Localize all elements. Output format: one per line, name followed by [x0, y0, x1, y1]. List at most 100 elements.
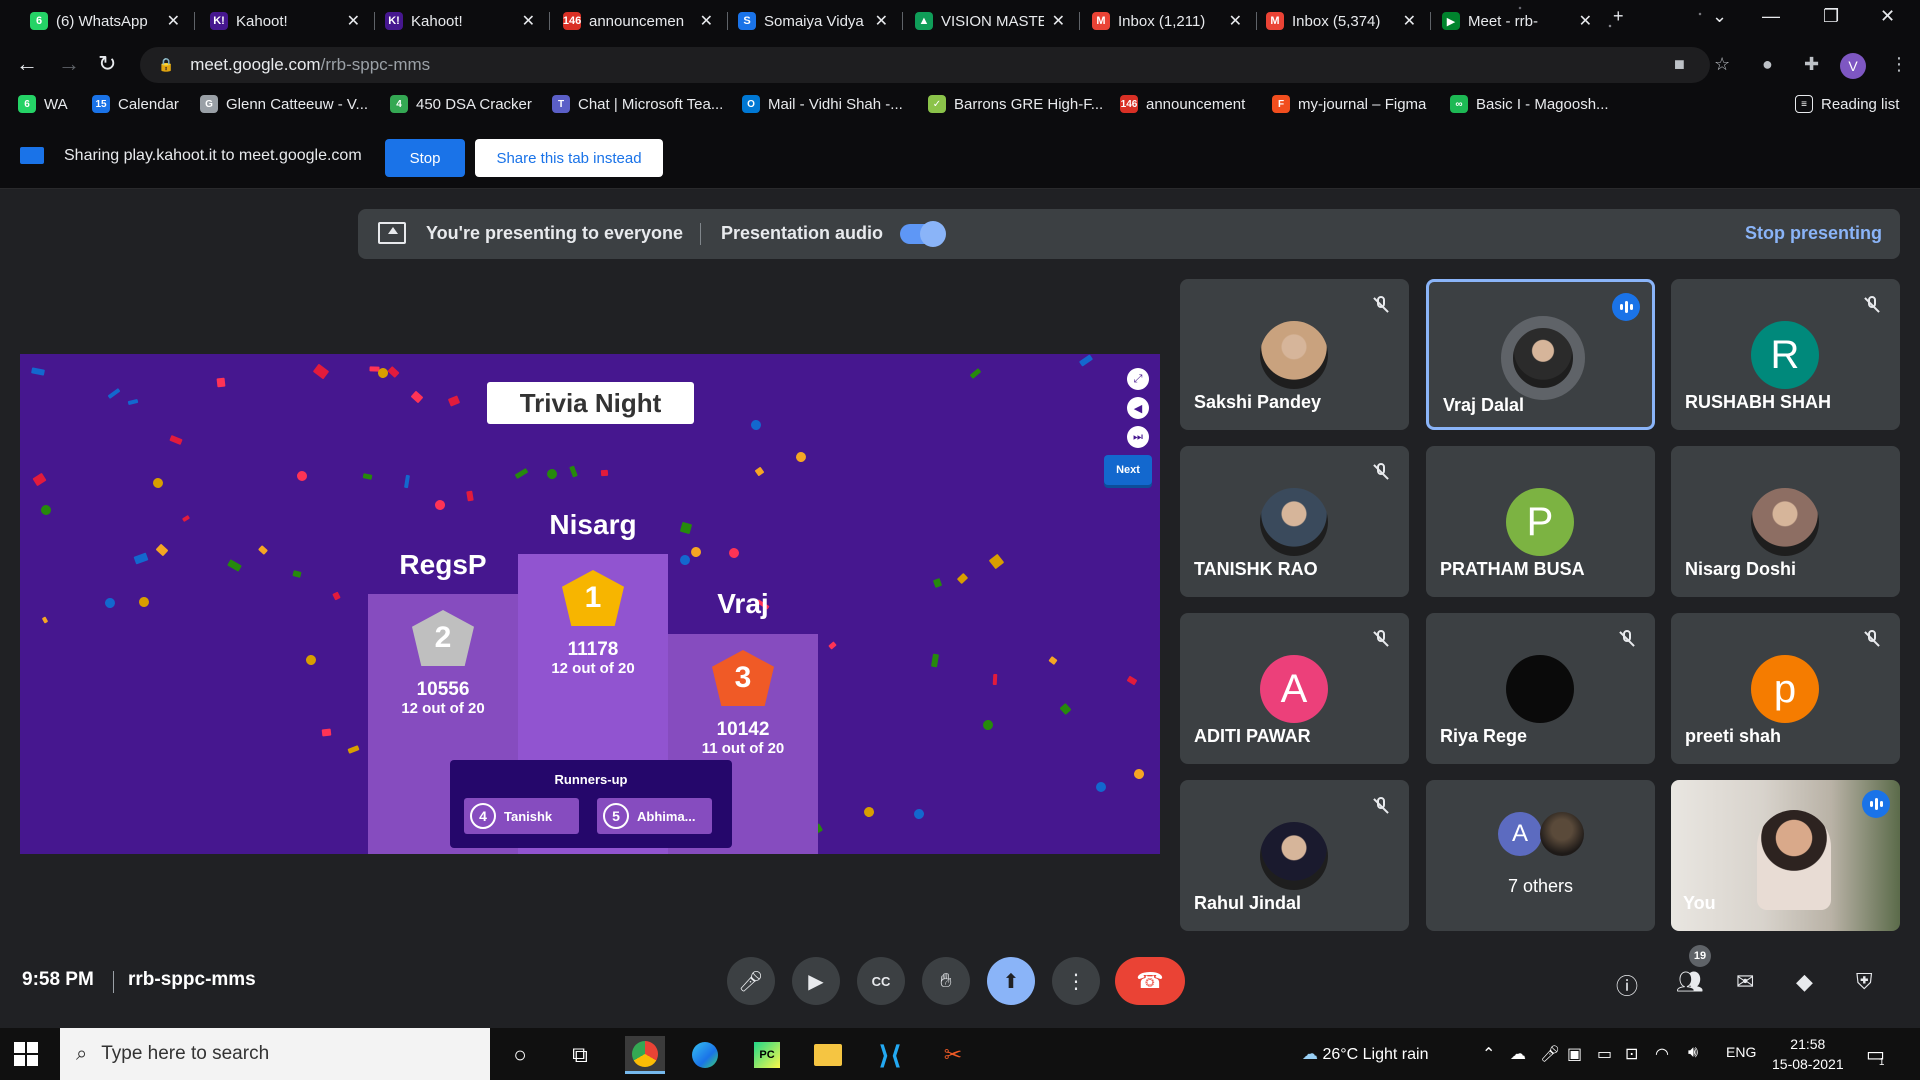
- restore-button[interactable]: ❐: [1823, 6, 1839, 27]
- participant-tile[interactable]: Vraj Dalal: [1426, 279, 1655, 430]
- taskbar-clock[interactable]: 21:58 15-08-2021: [1772, 1034, 1844, 1074]
- fullscreen-icon[interactable]: ⤢: [1127, 368, 1149, 390]
- close-tab-icon[interactable]: ✕: [1229, 11, 1242, 31]
- minimize-button[interactable]: —: [1762, 6, 1780, 27]
- close-tab-icon[interactable]: ✕: [1403, 11, 1416, 31]
- close-tab-icon[interactable]: ✕: [167, 11, 180, 31]
- self-video-tile[interactable]: You: [1671, 780, 1900, 931]
- browser-tab[interactable]: ▲ VISION MASTE ✕: [905, 6, 1075, 36]
- vscode-taskbar-icon[interactable]: ⟩⟨: [870, 1036, 910, 1074]
- puzzle-extensions-icon[interactable]: ✚: [1804, 54, 1819, 75]
- stop-presenting-button[interactable]: Stop presenting: [1745, 223, 1882, 244]
- chrome-taskbar-icon[interactable]: [625, 1036, 665, 1074]
- more-options-button[interactable]: ⋮: [1052, 957, 1100, 1005]
- others-tile[interactable]: A 7 others: [1426, 780, 1655, 931]
- browser-tab[interactable]: 6 (6) WhatsApp ✕: [20, 6, 190, 36]
- share-this-tab-button[interactable]: Share this tab instead: [475, 139, 663, 177]
- close-window-button[interactable]: ✕: [1880, 6, 1895, 27]
- tray-mic-icon[interactable]: 🎤︎: [1540, 1044, 1560, 1064]
- wifi-icon[interactable]: ◠: [1655, 1044, 1669, 1064]
- presentation-audio-toggle[interactable]: [900, 221, 946, 247]
- browser-tab[interactable]: M Inbox (5,374) ✕: [1256, 6, 1426, 36]
- tray-display-icon[interactable]: ⊡: [1625, 1044, 1638, 1064]
- bookmark-star-icon[interactable]: ☆: [1714, 54, 1730, 75]
- participant-tile[interactable]: p preeti shah: [1671, 613, 1900, 764]
- tab-search-icon[interactable]: ⌄: [1712, 6, 1727, 27]
- reading-list-button[interactable]: ≡ Reading list: [1795, 95, 1899, 113]
- participant-tile[interactable]: Nisarg Doshi: [1671, 446, 1900, 597]
- cortana-icon[interactable]: ○: [500, 1036, 540, 1074]
- bookmark-item[interactable]: ∞ Basic I - Magoosh...: [1450, 95, 1609, 113]
- close-tab-icon[interactable]: ✕: [700, 11, 713, 31]
- participant-tile[interactable]: R RUSHABH SHAH: [1671, 279, 1900, 430]
- browser-tab[interactable]: 146 announcemen ✕: [553, 6, 723, 36]
- browser-tab[interactable]: S Somaiya Vidya ✕: [728, 6, 898, 36]
- task-view-icon[interactable]: ⧉: [560, 1036, 600, 1074]
- participant-tile[interactable]: Rahul Jindal: [1180, 780, 1409, 931]
- bookmark-item[interactable]: ✓ Barrons GRE High-F...: [928, 95, 1103, 113]
- kahoot-next-button[interactable]: Next: [1104, 455, 1152, 485]
- tray-app-icon[interactable]: ▣: [1567, 1044, 1582, 1064]
- camera-blocked-icon[interactable]: ■: [1674, 54, 1685, 75]
- extension-icon[interactable]: ●: [1762, 54, 1773, 75]
- bookmark-item[interactable]: O Mail - Vidhi Shah -...: [742, 95, 903, 113]
- skip-icon[interactable]: ⏭: [1127, 426, 1149, 448]
- notification-center-icon[interactable]: ▭1: [1866, 1042, 1890, 1068]
- confetti-piece: [677, 552, 693, 568]
- pycharm-taskbar-icon[interactable]: PC: [747, 1036, 787, 1074]
- file-explorer-taskbar-icon[interactable]: [808, 1036, 848, 1074]
- activities-icon[interactable]: ◆: [1796, 969, 1813, 995]
- edge-taskbar-icon[interactable]: [685, 1036, 725, 1074]
- microphone-button[interactable]: 🎤︎: [727, 957, 775, 1005]
- participant-tile[interactable]: P PRATHAM BUSA: [1426, 446, 1655, 597]
- browser-tab[interactable]: ▶ Meet - rrb- ✕: [1432, 6, 1602, 36]
- close-tab-icon[interactable]: ✕: [1052, 11, 1065, 31]
- close-tab-icon[interactable]: ✕: [347, 11, 360, 31]
- profile-avatar[interactable]: V: [1840, 53, 1866, 79]
- end-call-button[interactable]: ☎: [1115, 957, 1185, 1005]
- raise-hand-button[interactable]: ✋︎: [922, 957, 970, 1005]
- bookmark-item[interactable]: 4 450 DSA Cracker: [390, 95, 532, 113]
- language-indicator[interactable]: ENG: [1726, 1044, 1756, 1060]
- confetti-piece: [982, 719, 994, 731]
- new-tab-button[interactable]: +: [1613, 6, 1624, 27]
- battery-icon[interactable]: ▭: [1597, 1044, 1612, 1064]
- weather-widget[interactable]: ☁ 26°C Light rain: [1302, 1044, 1428, 1064]
- participant-tile[interactable]: A ADITI PAWAR: [1180, 613, 1409, 764]
- taskbar-search[interactable]: ⌕ Type here to search: [60, 1028, 490, 1080]
- browser-tab[interactable]: K! Kahoot! ✕: [375, 6, 545, 36]
- address-bar[interactable]: 🔒 meet.google.com /rrb-sppc-mms: [140, 47, 1710, 83]
- browser-tab[interactable]: M Inbox (1,211) ✕: [1082, 6, 1252, 36]
- reload-icon[interactable]: ↻: [98, 51, 116, 77]
- bookmark-item[interactable]: T Chat | Microsoft Tea...: [552, 95, 723, 113]
- participant-tile[interactable]: Sakshi Pandey: [1180, 279, 1409, 430]
- menu-icon[interactable]: ⋮: [1890, 54, 1908, 75]
- bookmark-item[interactable]: Fmy-journal – Figma: [1272, 95, 1426, 113]
- present-now-button[interactable]: ⬆: [987, 957, 1035, 1005]
- volume-icon[interactable]: ◀: [1127, 397, 1149, 419]
- participant-tile[interactable]: Riya Rege: [1426, 613, 1655, 764]
- bookmark-item[interactable]: 15 Calendar: [92, 95, 179, 113]
- forward-icon[interactable]: →: [58, 51, 80, 77]
- windows-start-icon[interactable]: [14, 1042, 38, 1066]
- tray-chevron-icon[interactable]: ⌃: [1482, 1044, 1495, 1064]
- stop-sharing-button[interactable]: Stop: [385, 139, 465, 177]
- bookmark-item[interactable]: 146 announcement: [1120, 95, 1245, 113]
- volume-icon[interactable]: 🔊︎: [1688, 1044, 1698, 1062]
- captions-button[interactable]: CC: [857, 957, 905, 1005]
- back-icon[interactable]: ←: [16, 51, 38, 77]
- camera-button[interactable]: ▶: [792, 957, 840, 1005]
- onedrive-icon[interactable]: ☁: [1510, 1044, 1526, 1064]
- close-tab-icon[interactable]: ✕: [1579, 11, 1592, 31]
- host-controls-icon[interactable]: ⛨: [1856, 969, 1873, 995]
- bookmark-item[interactable]: G Glenn Catteeuw - V...: [200, 95, 368, 113]
- participant-tile[interactable]: TANISHK RAO: [1180, 446, 1409, 597]
- close-tab-icon[interactable]: ✕: [522, 11, 535, 31]
- browser-tab[interactable]: K! Kahoot! ✕: [200, 6, 370, 36]
- bookmark-item[interactable]: 6 WA: [18, 95, 68, 113]
- people-icon[interactable]: 👥︎: [1676, 969, 1704, 995]
- snip-tool-taskbar-icon[interactable]: ✂: [933, 1036, 973, 1074]
- chat-icon[interactable]: ✉: [1736, 969, 1754, 995]
- close-tab-icon[interactable]: ✕: [875, 11, 888, 31]
- meeting-details-icon[interactable]: ⓘ: [1616, 969, 1638, 1001]
